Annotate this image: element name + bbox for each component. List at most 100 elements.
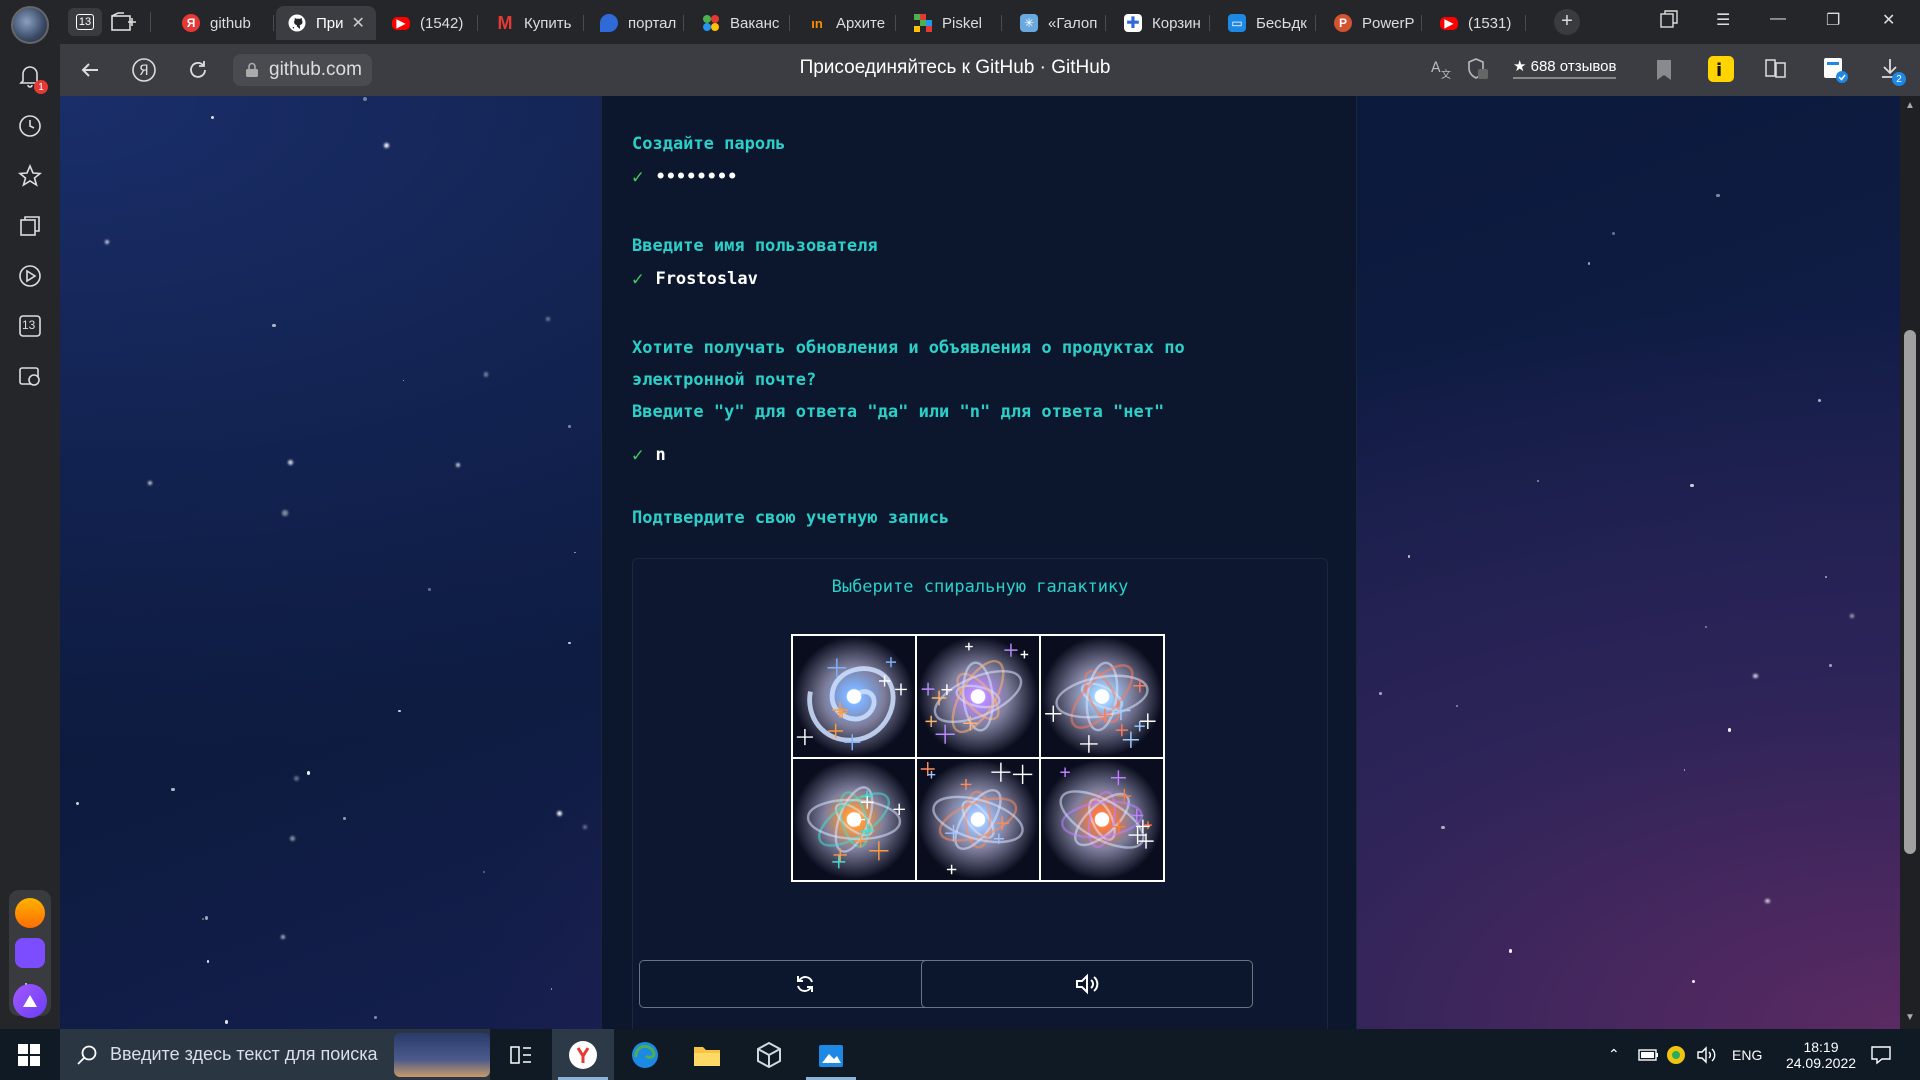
translate-icon[interactable]: A文 bbox=[1430, 58, 1454, 82]
password-answer: ✓ •••••••• bbox=[632, 166, 737, 188]
volume-icon[interactable] bbox=[1696, 1029, 1718, 1080]
new-tab-button[interactable]: + bbox=[1554, 9, 1580, 35]
star bbox=[342, 817, 346, 820]
extension-yellow-icon[interactable]: i bbox=[1708, 56, 1734, 82]
task-view-icon[interactable] bbox=[490, 1029, 552, 1080]
clock[interactable]: 18:19 24.09.2022 bbox=[1776, 1029, 1866, 1080]
reader-icon[interactable] bbox=[1764, 57, 1788, 81]
star bbox=[282, 510, 288, 516]
menu-icon[interactable]: ☰ bbox=[1716, 10, 1730, 30]
verify-prompt: Подтвердите свою учетную запись bbox=[632, 508, 950, 528]
captcha-box: Выберите спиральную галактику bbox=[632, 558, 1328, 1029]
tab-vakansii[interactable]: Ваканс bbox=[690, 6, 790, 40]
scroll-down-icon[interactable]: ▼ bbox=[1905, 1012, 1915, 1023]
star bbox=[1727, 728, 1732, 732]
tab-label: Купить bbox=[524, 14, 572, 32]
tab-besedka[interactable]: ▭ БесЬдк bbox=[1216, 6, 1316, 40]
star bbox=[550, 988, 553, 990]
scroll-up-icon[interactable]: ▲ bbox=[1905, 100, 1915, 111]
tab-piskel[interactable]: Piskel bbox=[902, 6, 1002, 40]
star bbox=[373, 1015, 377, 1019]
tabs-counter-icon[interactable]: 13 bbox=[16, 312, 44, 340]
language-indicator[interactable]: ENG bbox=[1732, 1029, 1762, 1080]
taskbar-search-field[interactable]: Введите здесь текст для поиска bbox=[60, 1029, 490, 1080]
tab-galop[interactable]: ✳ «Галоп bbox=[1008, 6, 1106, 40]
star bbox=[1508, 949, 1513, 954]
svg-text:文: 文 bbox=[1441, 68, 1451, 81]
yandex-icon: Я bbox=[182, 14, 200, 32]
tab-korzina[interactable]: ✚ Корзин bbox=[1112, 6, 1210, 40]
profile-avatar[interactable] bbox=[11, 6, 49, 44]
tab-kupit[interactable]: M Купить bbox=[484, 6, 584, 40]
video-play-icon[interactable] bbox=[16, 262, 44, 290]
star bbox=[210, 115, 215, 120]
tab-portal[interactable]: портал bbox=[588, 6, 684, 40]
captcha-image-2[interactable] bbox=[917, 636, 1039, 757]
captcha-image-5[interactable] bbox=[917, 759, 1039, 880]
tray-app-icon[interactable] bbox=[1666, 1029, 1686, 1080]
bookmarks-star-icon[interactable] bbox=[16, 162, 44, 190]
close-tab-icon[interactable]: ✕ bbox=[352, 13, 365, 33]
reviews-link[interactable]: ★ 688 отзывов bbox=[1513, 57, 1617, 79]
tab-github-join[interactable]: При ✕ bbox=[276, 6, 376, 40]
tab-count-button[interactable]: 13 bbox=[68, 8, 102, 36]
scroll-thumb[interactable] bbox=[1904, 330, 1916, 854]
protect-shield-icon[interactable] bbox=[1464, 56, 1490, 82]
clock-date: 24.09.2022 bbox=[1785, 1054, 1857, 1071]
taskbar-3d-box-app[interactable] bbox=[738, 1029, 800, 1080]
captcha-audio-button[interactable] bbox=[921, 960, 1253, 1008]
close-window-icon[interactable]: ✕ bbox=[1882, 10, 1895, 30]
star bbox=[104, 240, 110, 245]
tab-label: Архите bbox=[836, 14, 886, 32]
star bbox=[1817, 399, 1821, 403]
taskbar-image-editor[interactable] bbox=[800, 1029, 862, 1080]
messenger-app-icon[interactable] bbox=[15, 938, 45, 968]
taskbar-yandex-browser[interactable] bbox=[552, 1029, 614, 1080]
tab-github-search[interactable]: Я github bbox=[170, 6, 274, 40]
new-tab-group-icon[interactable] bbox=[110, 11, 138, 33]
star bbox=[574, 551, 577, 554]
captcha-image-1[interactable] bbox=[793, 636, 915, 757]
star bbox=[568, 642, 571, 645]
tab-youtube-1531[interactable]: ▶ (1531) bbox=[1428, 6, 1526, 40]
star bbox=[362, 96, 367, 101]
captcha-image-6[interactable] bbox=[1041, 759, 1163, 880]
star bbox=[272, 323, 276, 327]
action-center-icon[interactable] bbox=[1870, 1029, 1892, 1080]
battery-icon[interactable] bbox=[1638, 1029, 1660, 1080]
page-viewport: Создайте пароль ✓ •••••••• Введите имя п… bbox=[60, 96, 1900, 1029]
page-scrollbar[interactable]: ▲ ▼ bbox=[1900, 96, 1920, 1029]
mail-app-icon[interactable] bbox=[15, 898, 45, 928]
screenshot-icon[interactable] bbox=[16, 362, 44, 390]
check-icon: ✓ bbox=[632, 444, 644, 466]
username-value: Frostoslav bbox=[655, 269, 758, 289]
minimize-icon[interactable]: — bbox=[1770, 10, 1786, 28]
downloads-icon[interactable]: 2 bbox=[1878, 56, 1906, 86]
extension-verified-icon[interactable] bbox=[1822, 56, 1850, 84]
star bbox=[428, 588, 431, 592]
star-icon: ✳ bbox=[1020, 14, 1038, 32]
star bbox=[557, 811, 563, 817]
tab-collections-icon[interactable] bbox=[1660, 10, 1678, 28]
tab-arhitektor[interactable]: ın Архите bbox=[796, 6, 896, 40]
tray-chevron-icon[interactable]: ⌃ bbox=[1608, 1029, 1620, 1080]
clock-time: 18:19 bbox=[1803, 1038, 1839, 1055]
captcha-image-3[interactable] bbox=[1041, 636, 1163, 757]
tab-powerpoint[interactable]: P PowerP bbox=[1322, 6, 1422, 40]
piskel-icon bbox=[914, 14, 932, 32]
history-icon[interactable] bbox=[16, 112, 44, 140]
restore-icon[interactable]: ❐ bbox=[1826, 10, 1840, 30]
collections-icon[interactable] bbox=[16, 212, 44, 240]
notifications-icon[interactable]: 1 bbox=[16, 62, 48, 94]
browser-tab-bar: 13 Я github При ✕ ▶ (1542) M Купить порт… bbox=[0, 0, 1920, 44]
taskbar-file-explorer[interactable] bbox=[676, 1029, 738, 1080]
captcha-image-4[interactable] bbox=[793, 759, 915, 880]
tab-youtube-1542[interactable]: ▶ (1542) bbox=[380, 6, 478, 40]
bookmark-icon[interactable] bbox=[1654, 58, 1674, 82]
star bbox=[1683, 769, 1686, 772]
alice-assistant-icon[interactable] bbox=[13, 984, 47, 1018]
youtube-icon: ▶ bbox=[392, 16, 410, 30]
tabs-badge: 13 bbox=[22, 318, 36, 332]
taskbar-edge[interactable] bbox=[614, 1029, 676, 1080]
windows-start-icon[interactable] bbox=[18, 1044, 40, 1066]
